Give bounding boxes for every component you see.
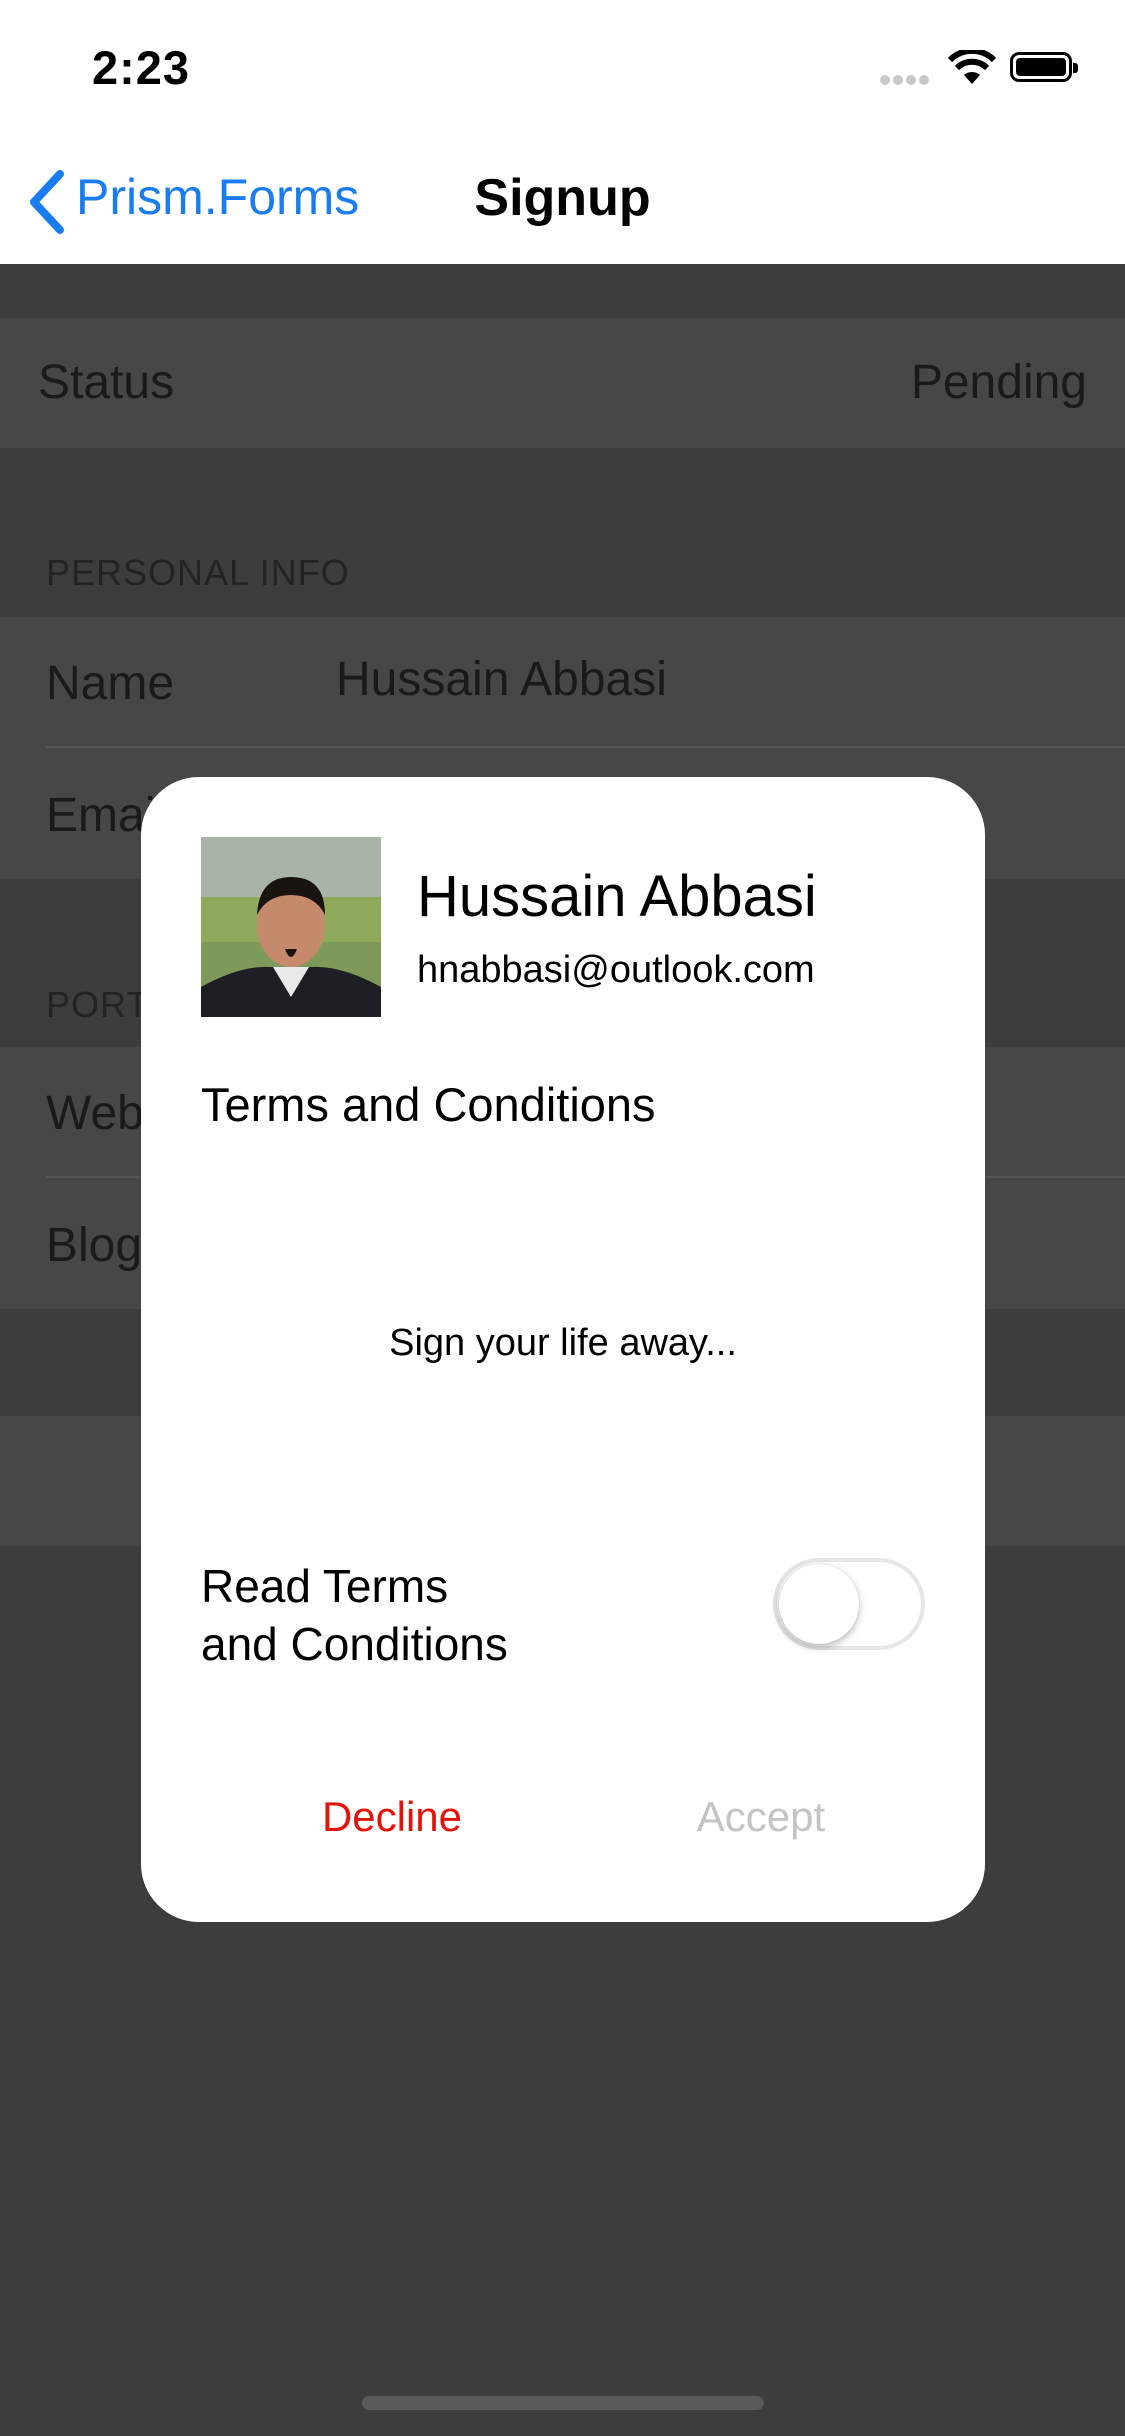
profile-email: hnabbasi@outlook.com: [417, 949, 815, 991]
terms-heading: Terms and Conditions: [201, 1078, 656, 1131]
accept-button[interactable]: Accept: [671, 1777, 851, 1857]
wifi-icon: [947, 47, 997, 91]
avatar: [201, 837, 381, 1017]
home-indicator: [362, 2396, 764, 2410]
decline-button[interactable]: Decline: [307, 1777, 477, 1857]
cellular-signal-icon: [880, 72, 932, 90]
name-label: Name: [46, 657, 175, 710]
status-label: Status: [38, 356, 175, 409]
toggle-knob: [779, 1564, 859, 1644]
battery-icon: [1010, 52, 1078, 82]
section-header-portfolio: PORT: [46, 984, 150, 1025]
status-value: Pending: [910, 356, 1087, 409]
section-header-personal-info: PERSONAL INFO: [46, 552, 350, 593]
navigation-bar: Prism.Forms Signup: [0, 132, 1125, 264]
read-terms-label: Read Terms and Conditions: [201, 1557, 508, 1673]
read-terms-label-line1: Read Terms: [201, 1560, 449, 1612]
website-label: Web: [46, 1087, 144, 1140]
status-bar: 2:23: [0, 0, 1125, 132]
email-label: Emai: [46, 789, 156, 842]
read-terms-toggle[interactable]: [773, 1558, 925, 1650]
terms-body-text: Sign your life away...: [389, 1322, 737, 1364]
name-field[interactable]: Hussain Abbasi: [336, 652, 667, 707]
terms-dialog: Hussain Abbasi hnabbasi@outlook.com Term…: [141, 777, 985, 1922]
blog-label: Blog: [46, 1219, 143, 1272]
profile-name: Hussain Abbasi: [417, 864, 817, 929]
page-title: Signup: [474, 169, 651, 227]
status-time: 2:23: [92, 41, 191, 94]
read-terms-label-line2: and Conditions: [201, 1618, 508, 1670]
row-divider: [46, 746, 1125, 748]
